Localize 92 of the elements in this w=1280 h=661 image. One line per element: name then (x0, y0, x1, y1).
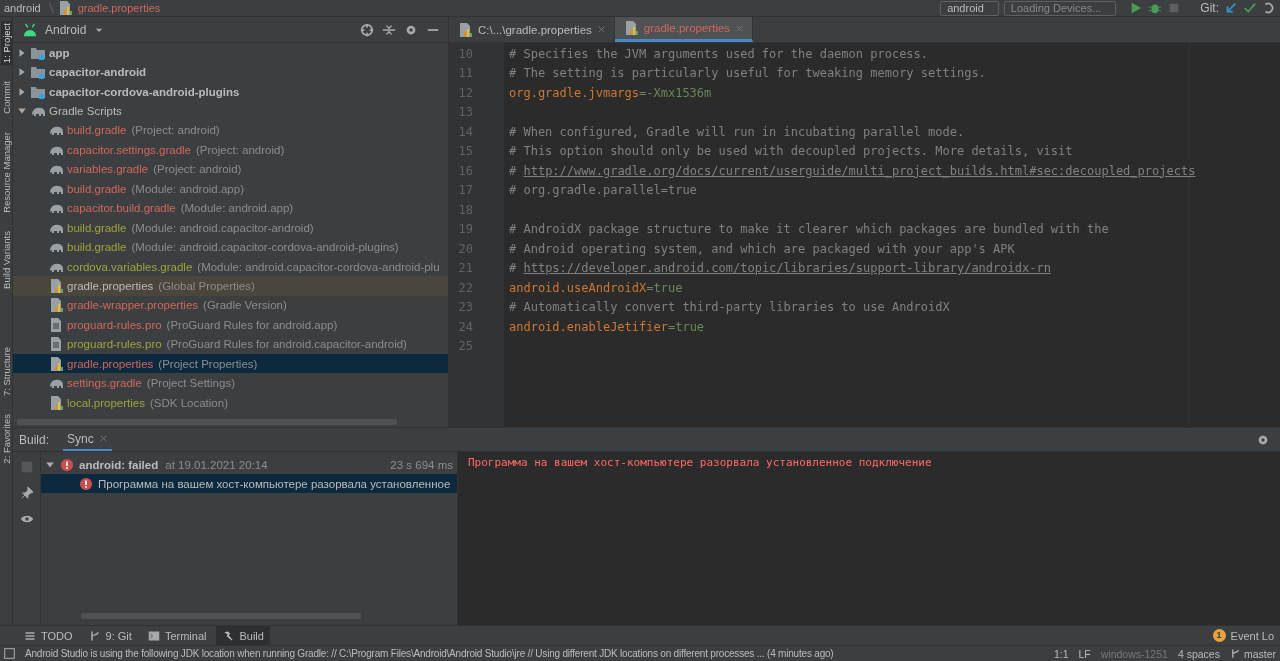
event-log-tab[interactable]: 1 Event Lo (1206, 626, 1280, 645)
side-tab[interactable]: 1: Project (0, 21, 12, 66)
tree-item[interactable]: settings.gradle (Project Settings) (13, 373, 448, 393)
code-line: # Automatically convert third-party libraries to use AndroidX (509, 300, 950, 315)
code-line: # This option should only be used with decoupled projects. More details, visit (509, 144, 1073, 159)
git-label: Git: (1200, 1, 1219, 15)
collapsed-arrow-icon (17, 47, 27, 58)
tool-window-tab[interactable]: Build (216, 626, 270, 645)
tree-item[interactable]: Gradle Scripts (13, 101, 448, 121)
pin-icon[interactable] (19, 486, 34, 500)
close-icon[interactable] (98, 434, 108, 443)
code-line: android.useAndroidX=true (509, 280, 683, 295)
status-message: Android Studio is using the following JDK location when running Gradle: // C:\Program Files\Android\Android Studio\jre // Using different JDK locations on different processes ... (4 minutes ago) (25, 648, 835, 659)
branch-icon (1229, 648, 1241, 659)
tree-item[interactable]: app (13, 43, 448, 63)
list-icon (24, 629, 36, 642)
collapse-icon[interactable] (382, 22, 396, 37)
chart-file-icon (48, 394, 64, 411)
tool-window-tab[interactable]: Terminal (141, 626, 213, 645)
tool-window-tab[interactable]: 9: Git (82, 626, 138, 645)
caret-position[interactable]: 1:1 (1053, 647, 1069, 660)
tree-item[interactable]: build.gradle (Module: android.capacitor-cordova-android-plugins) (13, 237, 448, 257)
error-icon (60, 457, 74, 472)
code-line: android.enableJetifier=true (509, 319, 705, 334)
tree-item[interactable]: capacitor-cordova-android-plugins (13, 81, 448, 102)
code-line: # Android operating system, and which are packaged with your app's APK (509, 241, 1015, 256)
check-icon[interactable] (1243, 1, 1257, 15)
panel-title: Build: (19, 432, 50, 447)
tree-item[interactable]: proguard-rules.pro (ProGuard Rules for android.app) (13, 315, 448, 335)
tree-item[interactable]: capacitor.settings.gradle (Project: android) (13, 140, 448, 160)
link[interactable]: http://www.gradle.org/docs/current/userguide/multi_project_builds.html#sec:decoupled_projects (523, 163, 1196, 178)
tree-item[interactable]: cordova.variables.gradle (Module: android.capacitor-cordova-android-plu (13, 256, 448, 277)
code-line: # AndroidX package structure to make it clearer which packages are bundled with the (509, 222, 1109, 237)
view-selector[interactable]: Android (45, 22, 87, 37)
git-branch[interactable]: master (1229, 647, 1276, 660)
code-line: # https://developer.android.com/topic/libraries/support-library/androidx-rn (509, 261, 1051, 276)
side-tab[interactable]: Resource Manager (0, 129, 12, 215)
chart-file-icon (48, 355, 64, 372)
code-line: # Specifies the JVM arguments used for the daemon process. (509, 46, 929, 61)
tree-item[interactable]: gradle.properties (Global Properties) (13, 276, 448, 296)
undo-icon[interactable] (1262, 1, 1276, 15)
chart-file-icon (48, 277, 64, 294)
tree-item[interactable]: build.gradle (Module: android.capacitor-android) (13, 217, 448, 238)
link[interactable]: https://developer.android.com/topic/libraries/support-library/androidx-rn (523, 261, 1051, 276)
tree-item[interactable]: gradle.properties (Project Properties) (13, 354, 448, 374)
close-icon[interactable] (596, 25, 606, 34)
code-line: org.gradle.jvmargs=-Xmx1536m (509, 85, 712, 100)
close-icon[interactable] (735, 23, 745, 33)
side-tab[interactable]: 7: Structure (0, 344, 12, 398)
collapsed-arrow-icon (17, 67, 27, 78)
error-icon (79, 476, 93, 491)
tree-item[interactable]: capacitor.build.gradle (Module: android.app) (13, 198, 448, 218)
tree-item[interactable]: build.gradle (Module: android.app) (13, 179, 448, 199)
hammer-icon (222, 629, 235, 642)
line-ending[interactable]: LF (1078, 647, 1091, 660)
collapsed-arrow-icon (17, 86, 27, 97)
code-line: # org.gradle.parallel=true (509, 183, 697, 198)
editor-tab[interactable]: C:\...\gradle.properties (449, 17, 615, 42)
tool-window-tab[interactable]: TODO (18, 626, 79, 645)
branch-icon (88, 629, 101, 642)
indent-setting[interactable]: 4 spaces (1177, 647, 1220, 660)
crosshair-icon[interactable] (360, 22, 374, 37)
tree-item[interactable]: capacitor-android (13, 62, 448, 82)
terminal-icon (147, 629, 160, 642)
count-badge: 1 (1212, 629, 1226, 642)
code-line: # http://www.gradle.org/docs/current/userguide/multi_project_builds.html#sec:decoupled_projects (509, 163, 1196, 178)
checkbox-icon[interactable] (4, 648, 15, 659)
device-dropdown[interactable]: Loading Devices... (1003, 0, 1117, 16)
tree-item[interactable]: proguard-rules.pro (ProGuard Rules for android.capacitor-android) (13, 334, 448, 354)
console-output: Программа на вашем хост-компьютере разорвала установленное подключение (458, 452, 1280, 625)
tree-item[interactable]: gradle-wrapper.properties (Gradle Version) (13, 295, 448, 316)
chart-file-icon (457, 21, 473, 38)
build-tree-item[interactable]: android: failed at 19.01.2021 20:14 23 s 694 ms (41, 455, 457, 474)
side-tab[interactable]: Commit (0, 79, 12, 116)
run-config-dropdown[interactable]: android (940, 0, 999, 16)
android-icon (23, 22, 37, 37)
breadcrumb[interactable]: android (4, 2, 41, 14)
code-line: # When configured, Gradle will run in incubating parallel mode. (509, 124, 965, 139)
side-tab[interactable]: 2: Favorites (0, 411, 12, 466)
text-file-icon (48, 316, 64, 333)
build-tree-item[interactable]: Программа на вашем хост-компьютере разорвала установленное (41, 474, 457, 493)
tree-item[interactable]: variables.gradle (Project: android) (13, 159, 448, 180)
text-file-icon (48, 336, 64, 353)
code-line: # The setting is particularly useful for tweaking memory settings. (509, 66, 986, 81)
tree-item[interactable]: build.gradle (Project: android) (13, 120, 448, 141)
update-arrow-icon[interactable] (1224, 1, 1238, 15)
folder-icon (30, 64, 46, 81)
breadcrumb[interactable]: gradle.properties (77, 2, 161, 14)
chart-file-icon (48, 297, 64, 314)
side-tab[interactable]: Build Variants (0, 228, 12, 291)
tab[interactable]: Sync (63, 428, 112, 451)
tree-item[interactable]: local.properties (SDK Location) (13, 392, 448, 413)
